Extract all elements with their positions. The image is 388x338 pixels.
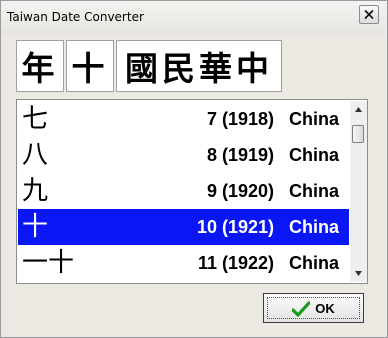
ok-button-label: OK xyxy=(315,300,335,316)
list-item-year: 10 (1921) xyxy=(196,217,274,237)
list-item-year: 9 (1920) xyxy=(206,181,274,201)
list-item-year: 7 (1918) xyxy=(206,109,274,129)
year-list[interactable]: 七 7 (1918) China 八 8 (1919) China 九 9 (1… xyxy=(16,99,368,284)
list-item-country: China xyxy=(289,253,340,273)
scroll-up-arrow-icon xyxy=(355,107,362,112)
list-item-han: 七 xyxy=(22,104,49,134)
ok-button[interactable]: OK xyxy=(263,293,364,323)
close-button[interactable] xyxy=(359,5,379,24)
list-item-selected[interactable]: 十 10 (1921) China xyxy=(18,209,349,245)
title-bar[interactable]: Taiwan Date Converter xyxy=(1,1,387,34)
vertical-scrollbar[interactable] xyxy=(350,101,367,282)
focus-ring xyxy=(267,297,360,319)
list-item[interactable]: 九 9 (1920) China xyxy=(18,173,349,209)
header-era-button[interactable]: 國民華中 xyxy=(116,40,282,92)
window-title: Taiwan Date Converter xyxy=(7,10,144,24)
list-item[interactable]: 七 7 (1918) China xyxy=(18,101,349,137)
list-item-country: China xyxy=(289,217,340,237)
scroll-down-button[interactable] xyxy=(350,265,367,282)
header-year-label: 年 xyxy=(21,49,59,88)
dialog-window: Taiwan Date Converter 年 十 國民華中 七 7 (1918… xyxy=(0,0,388,338)
list-item-year: 8 (1919) xyxy=(206,145,274,165)
list-item-han: 八 xyxy=(22,140,49,170)
list-item-country: China xyxy=(289,145,340,165)
scroll-up-button[interactable] xyxy=(350,101,367,118)
list-item[interactable]: 八 8 (1919) China xyxy=(18,137,349,173)
checkmark-icon xyxy=(292,301,311,317)
list-item-year: 11 (1922) xyxy=(197,253,274,273)
list-item[interactable]: 一十 11 (1922) China xyxy=(18,245,349,281)
list-item-country: China xyxy=(289,109,340,129)
header-era-label: 國民華中 xyxy=(125,49,273,88)
header-number-button[interactable]: 十 xyxy=(66,40,114,92)
list-item-han: 九 xyxy=(22,176,49,206)
scrollbar-thumb[interactable] xyxy=(352,125,364,143)
list-item-han: 十 xyxy=(22,212,49,242)
list-item-country: China xyxy=(289,181,340,201)
close-icon xyxy=(364,9,374,20)
header-year-button[interactable]: 年 xyxy=(16,40,64,92)
header-number-label: 十 xyxy=(71,49,109,88)
scroll-down-arrow-icon xyxy=(355,271,362,276)
list-item-han: 一十 xyxy=(22,248,75,278)
